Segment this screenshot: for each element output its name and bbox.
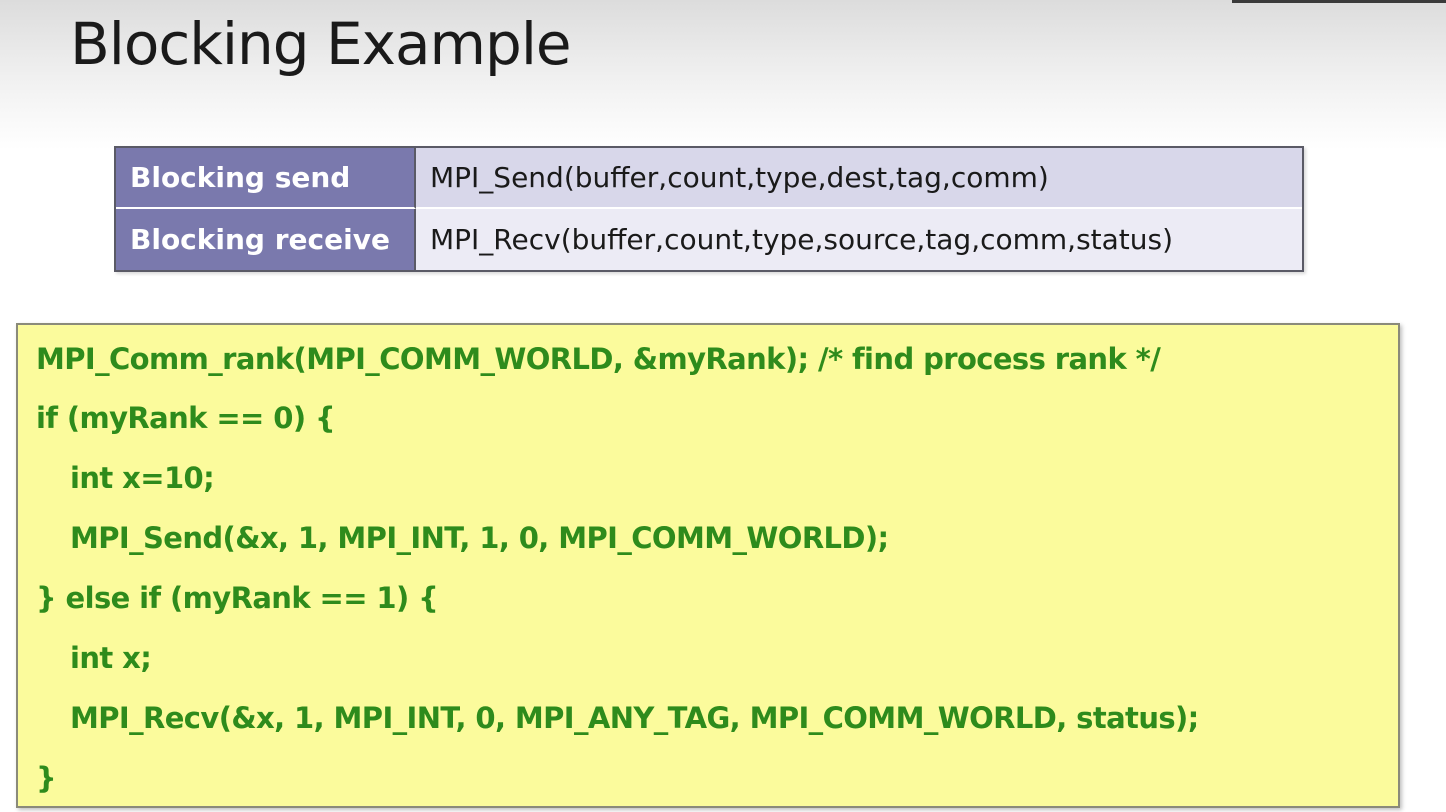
- code-line: MPI_Recv(&x, 1, MPI_INT, 0, MPI_ANY_TAG,…: [70, 701, 1199, 735]
- blocking-receive-label: Blocking receive: [116, 209, 416, 270]
- blocking-receive-signature: MPI_Recv(buffer,count,type,source,tag,co…: [416, 209, 1302, 270]
- blocking-send-label: Blocking send: [116, 148, 416, 209]
- code-line: MPI_Comm_rank(MPI_COMM_WORLD, &myRank); …: [36, 342, 1161, 376]
- slide-title: Blocking Example: [70, 10, 572, 78]
- top-right-divider: [1232, 0, 1446, 3]
- code-line: } else if (myRank == 1) {: [36, 581, 439, 615]
- code-line: if (myRank == 0) {: [36, 401, 336, 435]
- code-example-box: MPI_Comm_rank(MPI_COMM_WORLD, &myRank); …: [16, 323, 1400, 808]
- code-line: int x;: [70, 641, 152, 675]
- code-line: MPI_Send(&x, 1, MPI_INT, 1, 0, MPI_COMM_…: [70, 521, 889, 555]
- mpi-api-table: Blocking send MPI_Send(buffer,count,type…: [114, 146, 1304, 272]
- code-line: }: [36, 761, 57, 795]
- code-line: int x=10;: [70, 461, 215, 495]
- blocking-send-signature: MPI_Send(buffer,count,type,dest,tag,comm…: [416, 148, 1302, 209]
